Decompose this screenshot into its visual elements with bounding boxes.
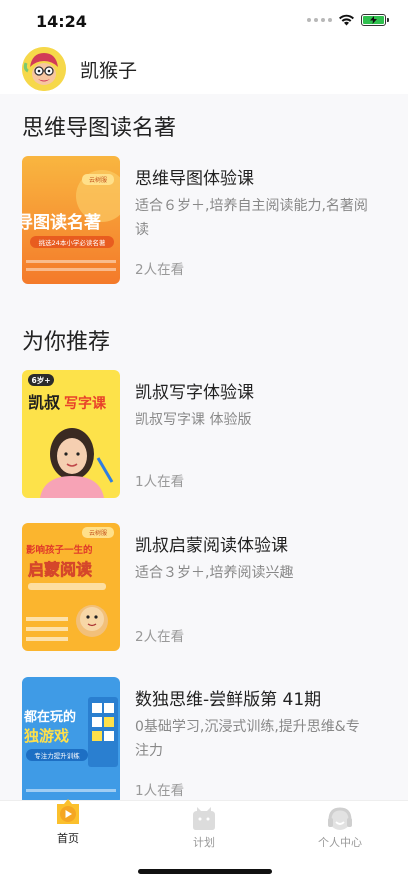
thumb-headline-2: 独游戏	[24, 727, 69, 745]
course-thumbnail: 云树服 影响孩子一生的 启蒙阅读	[22, 523, 120, 651]
viewer-count: 1人在看	[135, 783, 185, 799]
home-indicator	[138, 869, 272, 874]
thumb-subtitle: 专注力提升训练	[34, 751, 80, 760]
section-title-recommended: 为你推荐	[22, 330, 111, 355]
home-icon	[57, 799, 79, 824]
status-time: 14:24	[36, 12, 87, 31]
viewer-count: 2人在看	[135, 262, 185, 278]
section-title-mindmap: 思维导图读名著	[22, 116, 177, 141]
course-card[interactable]: 都在玩的 独游戏 专注力提升训练 数独思维-尝鲜版第 41期 0基础学习,沉浸式…	[22, 677, 386, 800]
tab-label-plan: 计划	[193, 836, 215, 849]
course-thumbnail: 6岁+ 凯叔 写字课	[22, 370, 120, 498]
course-title[interactable]: 凯叔启蒙阅读体验课	[135, 531, 288, 556]
thumb-tag: 6岁+	[31, 375, 50, 385]
cellular-signal-icon	[307, 18, 332, 22]
course-card[interactable]: 云树服 导图读名著 挑选24本小学必读名著 思维导图体验课 适合６岁＋,培养自主…	[22, 156, 386, 286]
viewer-count: 1人在看	[135, 474, 185, 490]
tab-plan[interactable]: 计划	[136, 801, 272, 857]
tab-label-home: 首页	[57, 832, 79, 845]
tab-label-profile: 个人中心	[318, 836, 362, 849]
viewer-count: 2人在看	[135, 629, 185, 645]
headphones-icon	[328, 807, 352, 830]
course-card[interactable]: 云树服 影响孩子一生的 启蒙阅读 凯叔启蒙阅读体验课 适合３岁＋,培养阅读兴趣 …	[22, 523, 386, 653]
course-description: 适合３岁＋,培养阅读兴趣	[135, 565, 294, 581]
course-card[interactable]: 6岁+ 凯叔 写字课 凯叔写字体验课 凯叔写字课 体验版 1人在看	[22, 370, 386, 500]
course-description: 凯叔写字课 体验版	[135, 412, 252, 428]
thumb-headline: 导图读名著	[22, 212, 101, 233]
course-title[interactable]: 思维导图体验课	[135, 164, 254, 189]
username: 凯猴子	[80, 59, 138, 82]
course-thumbnail: 都在玩的 独游戏 专注力提升训练	[22, 677, 120, 800]
avatar[interactable]	[22, 47, 66, 91]
wifi-icon	[339, 14, 354, 26]
course-description: 适合６岁＋,培养自主阅读能力,名著阅读	[135, 198, 368, 238]
status-bar: 14:24	[0, 0, 408, 44]
profile-header[interactable]: 凯猴子	[0, 44, 408, 94]
tab-home[interactable]: 首页	[0, 799, 136, 857]
thumb-headline: 凯叔	[28, 393, 61, 412]
course-thumbnail: 云树服 导图读名著 挑选24本小学必读名著	[22, 156, 120, 284]
thumb-headline-2: 启蒙阅读	[28, 560, 92, 579]
course-description: 0基础学习,沉浸式训练,提升思维&专注力	[135, 719, 360, 759]
thumb-headline-accent: 写字课	[64, 395, 107, 412]
thumb-tag: 云树服	[89, 176, 107, 184]
course-title[interactable]: 凯叔写字体验课	[135, 378, 254, 403]
thumb-subtitle: 挑选24本小学必读名著	[39, 238, 106, 247]
thumb-tag: 云树服	[89, 529, 107, 537]
thumb-headline: 都在玩的	[23, 709, 76, 725]
battery-icon	[361, 14, 389, 26]
status-icons	[307, 14, 389, 26]
tab-profile[interactable]: 个人中心	[272, 801, 408, 857]
course-title[interactable]: 数独思维-尝鲜版第 41期	[135, 685, 321, 710]
plan-icon	[193, 807, 215, 830]
thumb-headline: 影响孩子一生的	[26, 544, 93, 556]
home-feed[interactable]: 思维导图读名著 云树服 导图读名著 挑选24本小学必读名著 思维导图体验课 适合…	[0, 94, 408, 800]
